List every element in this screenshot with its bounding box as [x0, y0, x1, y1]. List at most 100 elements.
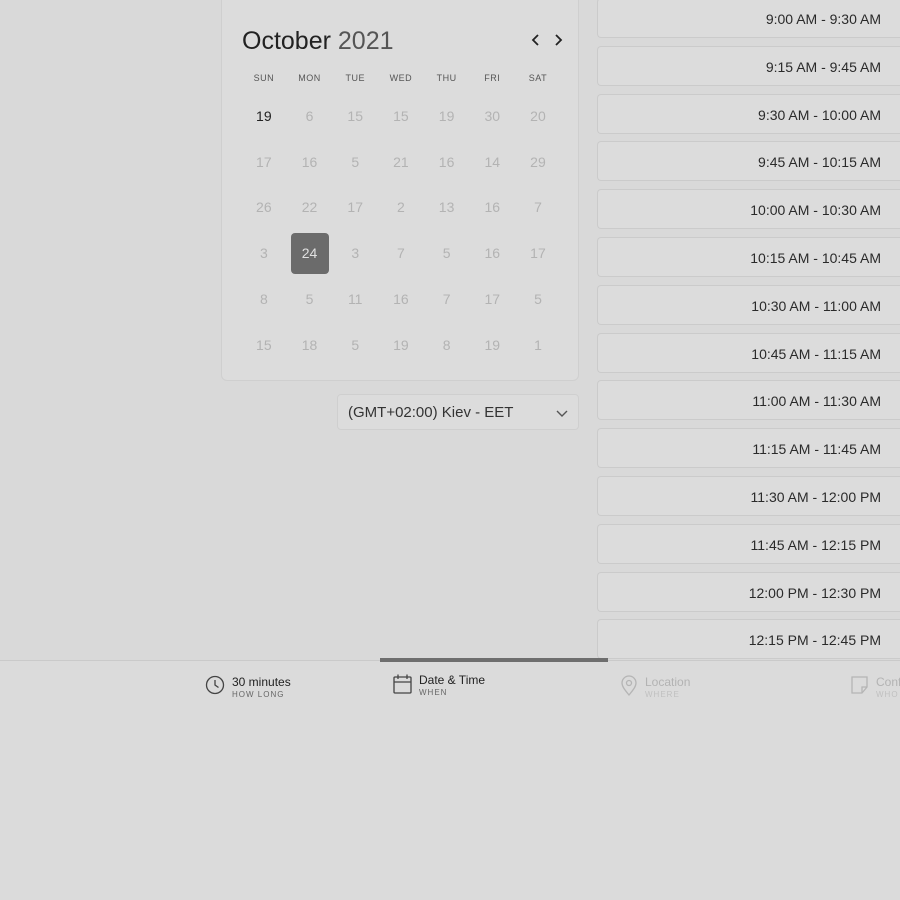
time-slot-button[interactable]: 10:30 AM - 11:00 AM	[597, 284, 900, 325]
day-number: 16	[484, 199, 501, 216]
day-cell-disabled: 19	[469, 322, 515, 368]
time-slot-button[interactable]: 11:15 AM - 11:45 AM	[597, 428, 900, 469]
time-slot-button[interactable]: 9:30 AM - 10:00 AM	[597, 93, 900, 134]
step-confirm[interactable]: Conf WHO	[850, 675, 900, 701]
day-cell-disabled: 14	[469, 139, 515, 185]
day-number: 8	[442, 336, 451, 353]
day-number: 15	[256, 336, 272, 353]
day-number: 8	[259, 291, 268, 308]
time-slot-button[interactable]: 10:00 AM - 10:30 AM	[597, 189, 900, 230]
location-pin-icon	[621, 675, 637, 697]
step-location-sub: WHERE	[645, 690, 680, 699]
time-slot-label: 11:30 AM - 12:00 PM	[750, 489, 881, 505]
weekday-label: THU	[436, 73, 457, 83]
day-cell-disabled: 22	[287, 185, 333, 231]
day-number: 18	[301, 336, 318, 353]
month-label: October	[242, 27, 331, 55]
time-slot-button[interactable]: 9:45 AM - 10:15 AM	[597, 141, 900, 182]
time-slot-label: 11:15 AM - 11:45 AM	[752, 441, 881, 458]
day-cell-disabled: 5	[515, 276, 561, 322]
next-month-button[interactable]	[549, 29, 567, 51]
day-number: 15	[393, 107, 409, 124]
day-cell-disabled: 16	[469, 185, 515, 231]
day-number: 16	[438, 153, 455, 170]
day-cell-disabled: 26	[241, 185, 287, 231]
day-number: 19	[484, 336, 501, 353]
day-number: 16	[393, 291, 409, 308]
time-slot-button[interactable]: 9:15 AM - 9:45 AM	[597, 45, 900, 86]
time-slot-label: 10:00 AM - 10:30 AM	[750, 202, 881, 219]
day-grid: 19 6 15 15 19 30 20 17 16 5 21 16 14 29 26 22 17 2 13 16 7 3 2…	[241, 93, 561, 368]
time-slot-label: 11:00 AM - 11:30 AM	[752, 393, 881, 410]
day-cell-disabled: 7	[424, 276, 470, 322]
day-number: 7	[442, 291, 451, 308]
time-slot-button[interactable]: 11:30 AM - 12:00 PM	[597, 476, 900, 516]
calendar-icon	[393, 674, 412, 694]
day-number: 14	[484, 153, 501, 170]
day-cell-disabled: 16	[469, 230, 515, 276]
day-cell-disabled: 15	[332, 93, 378, 139]
time-slot-button[interactable]: 12:00 PM - 12:30 PM	[597, 571, 900, 612]
weekday-header: SUN MON TUE WED THU FRI SAT	[241, 73, 561, 83]
selected-day-cell[interactable]: 24	[287, 230, 333, 276]
day-number: 21	[393, 153, 409, 170]
day-cell-disabled: 7	[378, 230, 424, 276]
day-number: 13	[438, 199, 455, 216]
time-slot-button[interactable]: 9:00 AM - 9:30 AM	[597, 0, 900, 38]
day-cell-disabled: 7	[515, 185, 561, 231]
day-cell-disabled: 15	[241, 322, 287, 368]
step-date-time-sub: WHEN	[419, 688, 448, 697]
prev-month-button[interactable]	[527, 29, 545, 51]
time-slot-button[interactable]: 10:15 AM - 10:45 AM	[597, 237, 900, 277]
time-slot-label: 9:45 AM - 10:15 AM	[758, 154, 881, 171]
day-number: 17	[347, 199, 363, 216]
chevron-down-icon	[556, 410, 568, 417]
weekday-label: MON	[298, 73, 321, 83]
time-slot-button[interactable]: 11:00 AM - 11:30 AM	[597, 380, 900, 421]
step-duration[interactable]: 30 minutes HOW LONG	[205, 675, 291, 701]
note-icon	[851, 676, 868, 694]
day-number: 17	[530, 245, 546, 262]
step-location-title: Location	[645, 675, 691, 689]
weekday-label: TUE	[345, 73, 365, 83]
step-bar: 30 minutes HOW LONG Date & Time WHEN Loc…	[0, 658, 900, 900]
day-number: 5	[351, 336, 360, 353]
step-date-time[interactable]: Date & Time WHEN	[393, 673, 485, 699]
day-cell-disabled: 5	[332, 322, 378, 368]
day-cell-disabled: 17	[515, 230, 561, 276]
day-cell-disabled: 17	[469, 276, 515, 322]
day-number: 30	[484, 107, 501, 124]
day-number: 6	[305, 107, 314, 124]
day-number: 5	[442, 245, 451, 262]
day-cell-disabled: 16	[287, 139, 333, 185]
day-number: 15	[347, 107, 363, 124]
time-slot-button[interactable]: 12:15 PM - 12:45 PM	[597, 619, 900, 660]
time-slot-label: 9:30 AM - 10:00 AM	[758, 106, 881, 123]
day-cell-disabled: 13	[424, 185, 470, 231]
time-slot-button[interactable]: 10:45 AM - 11:15 AM	[597, 332, 900, 373]
time-slot-label: 10:15 AM - 10:45 AM	[750, 250, 881, 266]
day-cell-disabled: 18	[287, 322, 333, 368]
step-duration-sub: HOW LONG	[232, 690, 285, 699]
time-slot-label: 12:00 PM - 12:30 PM	[748, 584, 881, 601]
day-number: 29	[530, 153, 546, 170]
day-cell-disabled: 11	[332, 276, 378, 322]
day-cell-disabled: 3	[241, 230, 287, 276]
day-cell-disabled: 5	[332, 139, 378, 185]
step-location[interactable]: Location WHERE	[620, 675, 690, 701]
weekday-label: SUN	[253, 73, 275, 83]
day-number: 3	[259, 245, 268, 262]
day-cell[interactable]: 19	[241, 93, 287, 139]
chevron-right-icon	[555, 34, 563, 46]
day-number: 19	[393, 336, 409, 353]
weekday-label: WED	[389, 73, 413, 83]
day-cell-disabled: 5	[287, 276, 333, 322]
day-cell-disabled: 5	[424, 230, 470, 276]
day-cell-disabled: 1	[515, 322, 561, 368]
time-slot-button[interactable]: 11:45 AM - 12:15 PM	[597, 523, 900, 564]
day-number: 3	[351, 245, 360, 262]
timezone-select[interactable]: (GMT+02:00) Kiev - EET	[337, 394, 579, 430]
active-step-indicator	[380, 658, 608, 662]
day-cell-disabled: 21	[378, 139, 424, 185]
day-number: 1	[534, 336, 542, 353]
